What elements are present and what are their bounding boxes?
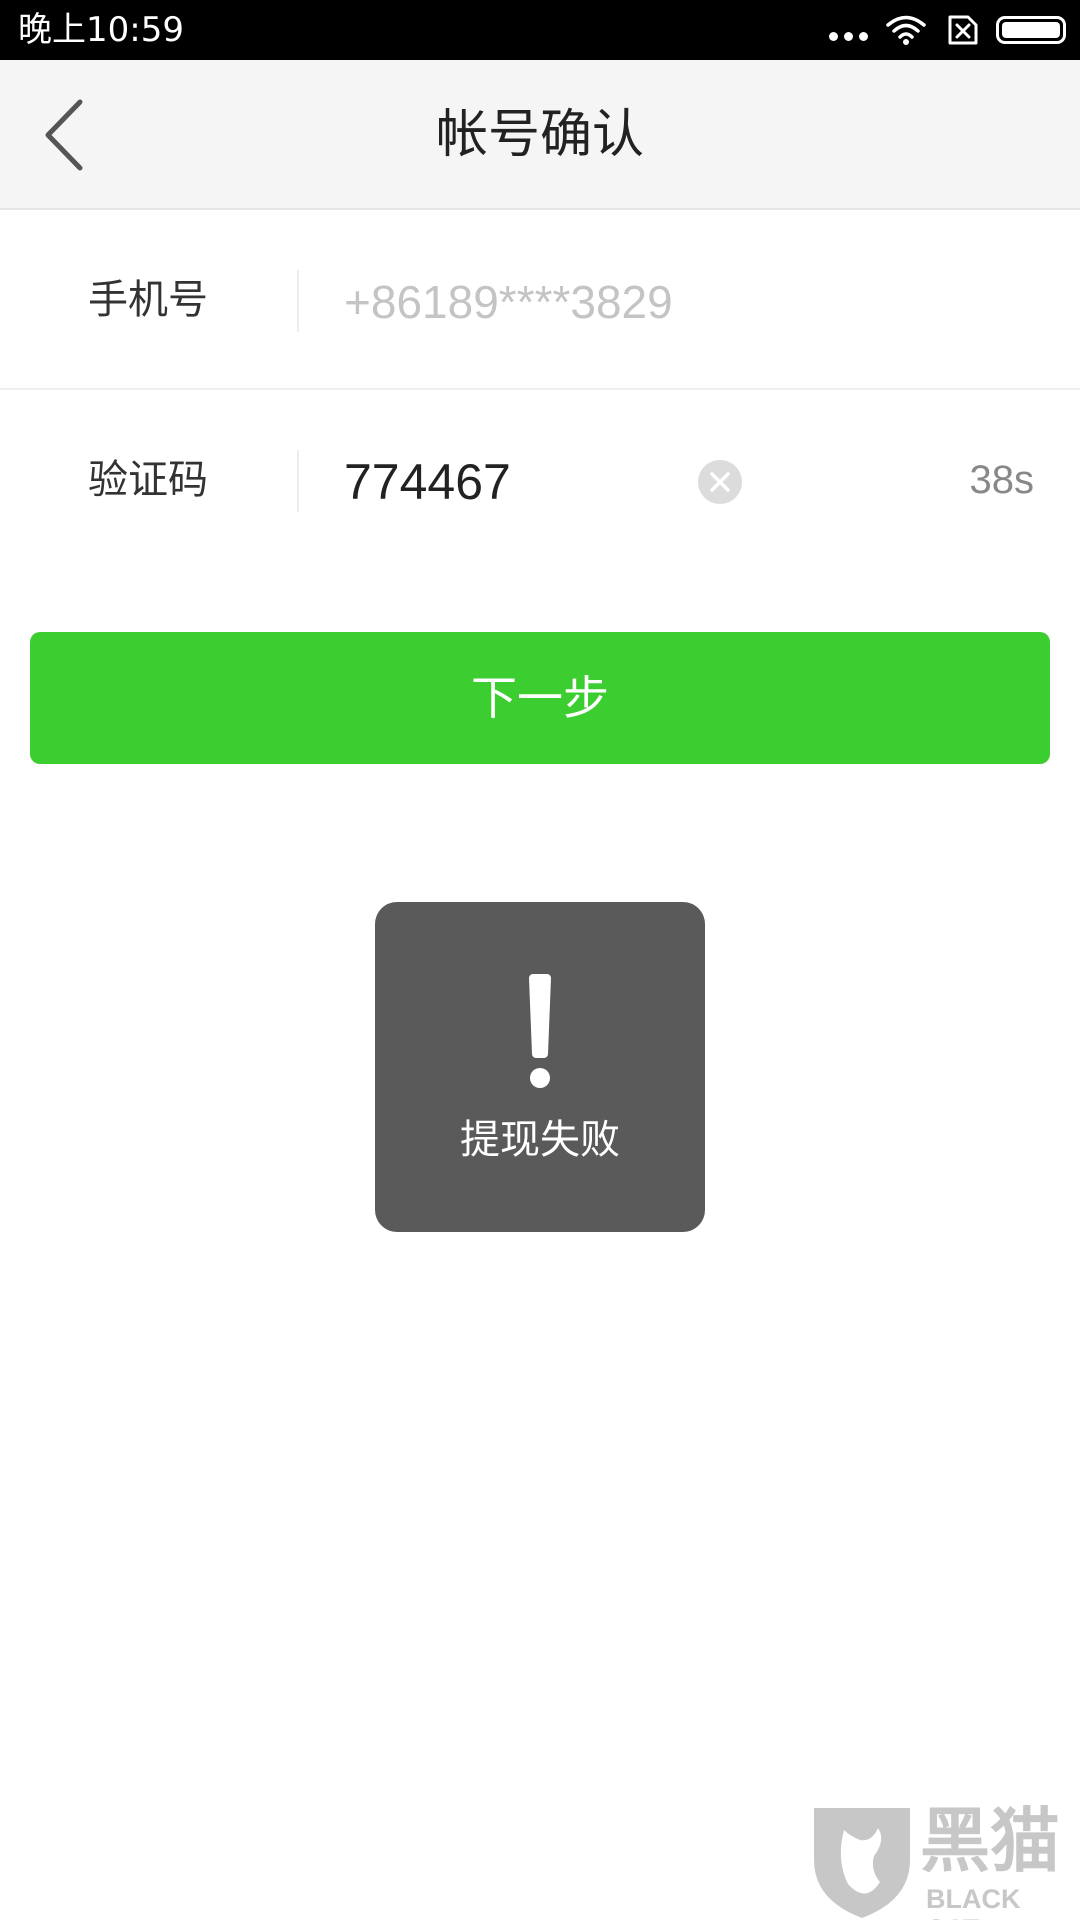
watermark-text-en: BLACK CAT [926, 1884, 1021, 1920]
code-row: 验证码 38s [0, 392, 1080, 570]
phone-field [344, 272, 1044, 332]
wifi-icon [886, 15, 926, 45]
status-icons [829, 12, 1066, 48]
toast-message: 提现失败 [460, 1117, 620, 1163]
watermark-text-cn: 黑猫 [920, 1800, 1060, 1882]
no-sim-icon [948, 15, 978, 45]
exclamation-icon [529, 974, 551, 1088]
shield-cat-logo-icon [814, 1808, 910, 1918]
error-toast: 提现失败 [375, 902, 705, 1232]
nav-bar: 帐号确认 [0, 60, 1080, 210]
status-bar: 晚上10:59 [0, 0, 1080, 60]
status-time: 晚上10:59 [18, 10, 184, 50]
code-label: 验证码 [88, 457, 208, 503]
resend-countdown: 38s [969, 458, 1035, 502]
more-dots-icon [829, 31, 868, 41]
page-title: 帐号确认 [435, 105, 644, 165]
divider [297, 450, 299, 512]
black-cat-watermark: 黑猫 BLACK CAT [808, 1800, 1080, 1920]
phone-row: 手机号 [0, 212, 1080, 390]
verification-code-input[interactable] [344, 452, 674, 512]
phone-label: 手机号 [88, 277, 208, 323]
battery-icon [996, 16, 1066, 44]
divider [297, 270, 299, 332]
clear-icon[interactable] [698, 460, 742, 504]
next-step-button[interactable]: 下一步 [30, 632, 1050, 764]
